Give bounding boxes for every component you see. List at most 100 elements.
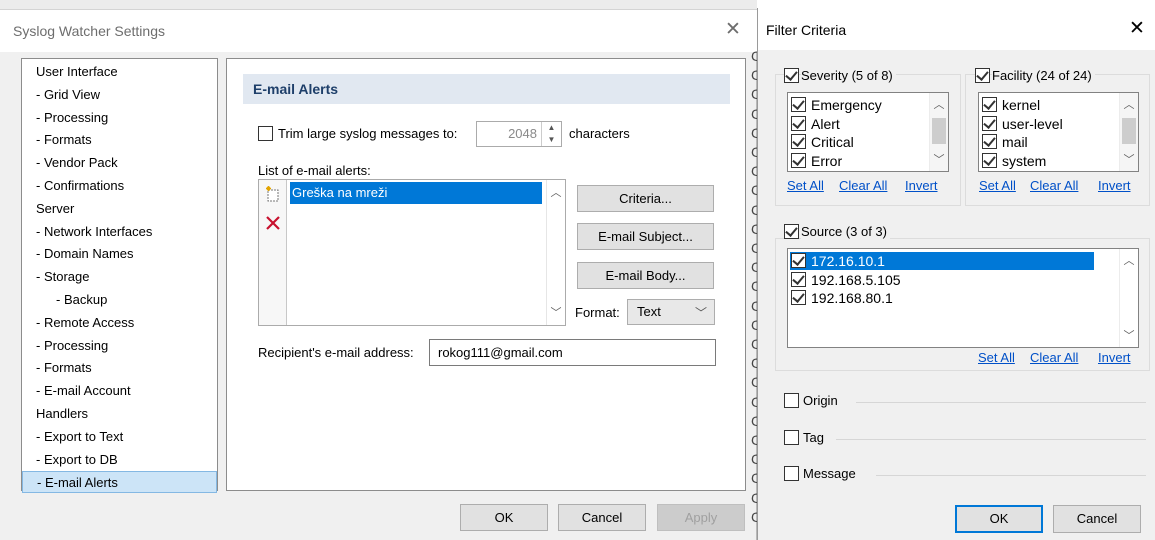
trim-label: Trim large syslog messages to: bbox=[278, 126, 458, 141]
item-checkbox[interactable] bbox=[791, 290, 806, 305]
window-top-strip bbox=[0, 0, 757, 10]
apply-button[interactable]: Apply bbox=[657, 504, 745, 531]
item-checkbox[interactable] bbox=[982, 152, 997, 168]
nav-item[interactable]: Handlers bbox=[22, 403, 217, 425]
filter-ok-button[interactable]: OK bbox=[955, 505, 1043, 533]
severity-set-all-link[interactable]: Set All bbox=[787, 178, 824, 193]
format-dropdown[interactable]: Text ﹀ bbox=[627, 299, 715, 325]
message-row: Message bbox=[784, 464, 1154, 484]
facility-set-all-link[interactable]: Set All bbox=[979, 178, 1016, 193]
list-item[interactable]: 172.16.10.1 bbox=[790, 252, 1094, 270]
cancel-button[interactable]: Cancel bbox=[558, 504, 646, 531]
scroll-thumb[interactable] bbox=[932, 118, 946, 144]
item-checkbox[interactable] bbox=[791, 253, 806, 268]
settings-window-title: Syslog Watcher Settings bbox=[13, 23, 165, 39]
scroll-down-icon[interactable]: ﹀ bbox=[547, 304, 565, 320]
nav-item[interactable]: - E-mail Account bbox=[22, 380, 217, 402]
filter-cancel-button[interactable]: Cancel bbox=[1053, 505, 1141, 533]
item-label: kernel bbox=[1002, 97, 1041, 113]
filter-title-bar: Filter Criteria ✕ bbox=[758, 8, 1155, 50]
delete-alert-icon[interactable] bbox=[265, 215, 281, 231]
severity-invert-link[interactable]: Invert bbox=[905, 178, 938, 193]
scroll-down-icon[interactable]: ﹀ bbox=[1120, 327, 1138, 343]
nav-item[interactable]: - Processing bbox=[22, 107, 217, 129]
nav-item[interactable]: - Processing bbox=[22, 335, 217, 357]
item-label: mail bbox=[1002, 134, 1028, 150]
recipient-email-input[interactable]: rokog111@gmail.com bbox=[429, 339, 716, 366]
nav-item[interactable]: - Confirmations bbox=[22, 175, 217, 197]
facility-invert-link[interactable]: Invert bbox=[1098, 178, 1131, 193]
severity-scrollbar[interactable]: ︿ ﹀ bbox=[929, 93, 948, 171]
nav-item[interactable]: - Formats bbox=[22, 129, 217, 151]
nav-item[interactable]: - E-mail Alerts bbox=[22, 471, 217, 494]
message-checkbox[interactable] bbox=[784, 466, 799, 481]
scroll-up-icon[interactable]: ︿ bbox=[1120, 96, 1138, 112]
nav-item[interactable]: - Export to Text bbox=[22, 426, 217, 448]
trim-checkbox[interactable] bbox=[258, 126, 273, 141]
severity-list[interactable]: Emergency Alert Critical Error ︿ ﹀ bbox=[787, 92, 949, 172]
alerts-list[interactable]: Greška na mreži ︿ ﹀ bbox=[258, 179, 566, 326]
filter-window-title: Filter Criteria bbox=[766, 22, 847, 38]
item-checkbox[interactable] bbox=[791, 97, 806, 112]
facility-scrollbar[interactable]: ︿ ﹀ bbox=[1119, 93, 1138, 171]
source-set-all-link[interactable]: Set All bbox=[978, 350, 1015, 365]
item-checkbox[interactable] bbox=[982, 115, 997, 131]
scroll-down-icon[interactable]: ﹀ bbox=[1120, 151, 1138, 167]
scroll-up-icon[interactable]: ︿ bbox=[547, 184, 565, 200]
source-invert-link[interactable]: Invert bbox=[1098, 350, 1131, 365]
filter-close-icon[interactable]: ✕ bbox=[1126, 18, 1148, 40]
nav-item[interactable]: - Remote Access bbox=[22, 312, 217, 334]
nav-item[interactable]: - Storage bbox=[22, 266, 217, 288]
source-list[interactable]: 172.16.10.1 192.168.5.105 192.168.80.1 ︿ ﹀ bbox=[787, 248, 1139, 348]
severity-clear-all-link[interactable]: Clear All bbox=[839, 178, 887, 193]
format-label: Format: bbox=[575, 305, 620, 320]
tag-label: Tag bbox=[803, 430, 824, 445]
email-subject-button[interactable]: E-mail Subject... bbox=[577, 223, 714, 250]
severity-checkbox[interactable] bbox=[784, 68, 799, 83]
origin-label: Origin bbox=[803, 393, 838, 408]
item-checkbox[interactable] bbox=[791, 134, 806, 149]
item-checkbox[interactable] bbox=[791, 115, 806, 131]
new-alert-icon[interactable] bbox=[265, 186, 281, 202]
nav-item[interactable]: - Network Interfaces bbox=[22, 221, 217, 243]
item-checkbox[interactable] bbox=[982, 134, 997, 149]
item-label: 172.16.10.1 bbox=[809, 252, 887, 270]
item-checkbox[interactable] bbox=[791, 271, 806, 287]
facility-clear-all-link[interactable]: Clear All bbox=[1030, 178, 1078, 193]
ok-button[interactable]: OK bbox=[460, 504, 548, 531]
spinner-buttons: ▲ ▼ bbox=[541, 122, 561, 146]
alert-list-item[interactable]: Greška na mreži bbox=[290, 182, 542, 204]
nav-item[interactable]: - Vendor Pack bbox=[22, 152, 217, 174]
email-body-button[interactable]: E-mail Body... bbox=[577, 262, 714, 289]
source-scrollbar[interactable]: ︿ ﹀ bbox=[1119, 249, 1138, 347]
item-checkbox[interactable] bbox=[982, 97, 997, 112]
scroll-down-icon[interactable]: ﹀ bbox=[930, 151, 948, 167]
nav-item[interactable]: - Backup bbox=[22, 289, 217, 311]
spin-down-icon[interactable]: ▼ bbox=[542, 134, 561, 146]
origin-checkbox[interactable] bbox=[784, 393, 799, 408]
source-clear-all-link[interactable]: Clear All bbox=[1030, 350, 1078, 365]
settings-close-icon[interactable]: ✕ bbox=[722, 19, 744, 41]
facility-checkbox[interactable] bbox=[975, 68, 990, 83]
recipient-label: Recipient's e-mail address: bbox=[258, 345, 414, 360]
tag-checkbox[interactable] bbox=[784, 430, 799, 445]
trim-length-spinner[interactable]: 2048 ▲ ▼ bbox=[476, 121, 562, 147]
nav-item[interactable]: - Export to DB bbox=[22, 449, 217, 471]
source-checkbox[interactable] bbox=[784, 224, 799, 239]
settings-nav-tree[interactable]: User Interface - Grid View - Processing - F… bbox=[21, 58, 218, 494]
nav-item[interactable]: - Domain Names bbox=[22, 243, 217, 265]
scroll-up-icon[interactable]: ︿ bbox=[930, 96, 948, 112]
scroll-thumb[interactable] bbox=[1122, 118, 1136, 144]
nav-item[interactable]: Server bbox=[22, 198, 217, 220]
nav-item[interactable]: User Interface bbox=[22, 61, 217, 83]
criteria-button[interactable]: Criteria... bbox=[577, 185, 714, 212]
alerts-toolbar bbox=[259, 180, 287, 325]
nav-item[interactable]: - Formats bbox=[22, 357, 217, 379]
facility-list[interactable]: kernel user-level mail system ︿ ﹀ bbox=[978, 92, 1139, 172]
item-label: Critical bbox=[811, 134, 854, 150]
spin-up-icon[interactable]: ▲ bbox=[542, 122, 561, 134]
alerts-scrollbar[interactable]: ︿ ﹀ bbox=[546, 180, 565, 325]
item-checkbox[interactable] bbox=[791, 152, 806, 168]
nav-item[interactable]: - Grid View bbox=[22, 84, 217, 106]
scroll-up-icon[interactable]: ︿ bbox=[1120, 252, 1138, 268]
